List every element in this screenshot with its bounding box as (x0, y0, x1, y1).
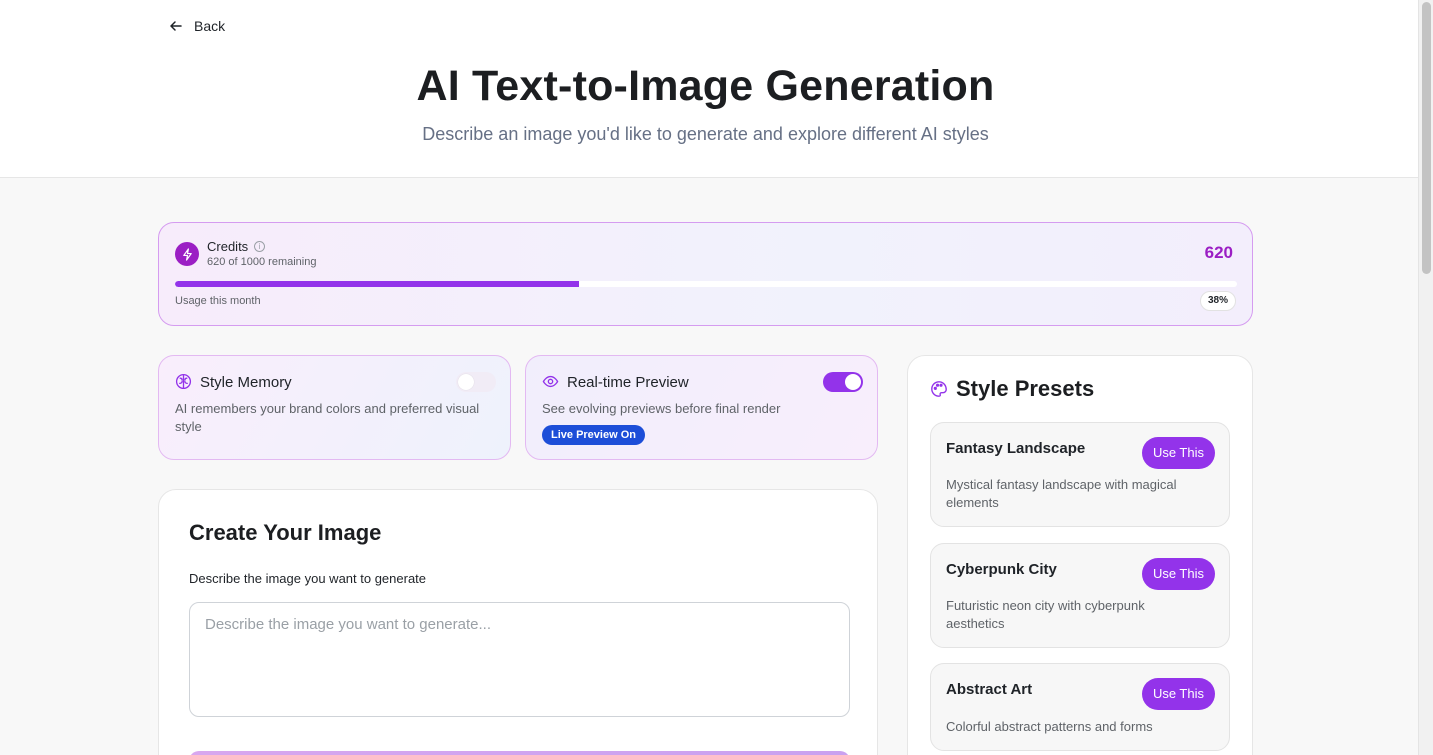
style-presets-panel: Style Presets Fantasy Landscape Use This… (907, 355, 1253, 755)
create-image-card: Create Your Image Describe the image you… (158, 489, 878, 755)
generate-button[interactable] (189, 751, 850, 755)
back-button[interactable]: Back (168, 18, 225, 34)
credits-progress-fill (175, 281, 579, 287)
preset-card: Fantasy Landscape Use This Mystical fant… (930, 422, 1230, 527)
credits-label: Credits (207, 239, 249, 254)
preset-name: Fantasy Landscape (946, 440, 1086, 457)
preset-description: Colorful abstract patterns and forms (946, 719, 1153, 734)
page-title: AI Text-to-Image Generation (416, 62, 995, 110)
prompt-label: Describe the image you want to generate (189, 571, 427, 586)
usage-label: Usage this month (175, 295, 261, 307)
lightning-icon (175, 242, 199, 266)
preset-description: Mystical fantasy landscape with magical … (946, 477, 1177, 510)
page-subtitle: Describe an image you'd like to generate… (422, 124, 989, 144)
info-icon[interactable]: i (254, 241, 266, 252)
credits-card: Credits i 620 of 1000 remaining 620 Usag… (158, 222, 1253, 326)
style-memory-title: Style Memory (200, 374, 292, 391)
toggle-knob (458, 374, 474, 390)
presets-header: Style Presets (930, 376, 1094, 402)
preset-description: Futuristic neon city with cyberpunk aest… (946, 598, 1145, 631)
palette-icon (931, 381, 947, 397)
preset-card: Cyberpunk City Use This Futuristic neon … (930, 543, 1230, 648)
realtime-preview-toggle[interactable] (823, 372, 863, 392)
preset-name: Cyberpunk City (946, 561, 1057, 578)
credits-label-row: Credits i (207, 239, 266, 254)
use-preset-button[interactable]: Use This (1141, 558, 1215, 590)
arrow-left-icon (170, 21, 182, 31)
use-preset-button[interactable]: Use This (1141, 678, 1215, 710)
credits-progress-bar (175, 281, 1237, 287)
realtime-preview-title: Real-time Preview (567, 374, 689, 391)
scrollbar-thumb[interactable] (1422, 2, 1431, 274)
style-memory-card: Style Memory AI remembers your brand col… (158, 355, 511, 460)
credits-count: 620 (1204, 243, 1233, 262)
realtime-preview-card: Real-time Preview See evolving previews … (525, 355, 878, 460)
page: Back AI Text-to-Image Generation Describ… (0, 0, 1418, 755)
eye-icon (542, 375, 559, 388)
presets-heading: Style Presets (956, 376, 1095, 401)
live-preview-badge: Live Preview On (542, 425, 645, 445)
page-header: Back AI Text-to-Image Generation Describ… (0, 0, 1418, 178)
preset-name: Abstract Art (946, 681, 1033, 698)
realtime-preview-description: See evolving previews before final rende… (542, 401, 781, 416)
usage-percent-badge: 38% (1199, 291, 1236, 311)
page-scrollbar[interactable] (1418, 0, 1433, 755)
prompt-input[interactable] (189, 602, 850, 717)
toggle-knob (845, 374, 861, 390)
style-memory-toggle[interactable] (456, 372, 496, 392)
style-memory-description: AI remembers your brand colors and prefe… (175, 401, 480, 434)
brain-icon (175, 373, 192, 390)
credits-remaining: 620 of 1000 remaining (207, 256, 317, 268)
preset-card: Abstract Art Use This Colorful abstract … (930, 663, 1230, 751)
create-heading: Create Your Image (189, 520, 382, 545)
back-label: Back (194, 18, 226, 34)
use-preset-button[interactable]: Use This (1141, 437, 1215, 469)
